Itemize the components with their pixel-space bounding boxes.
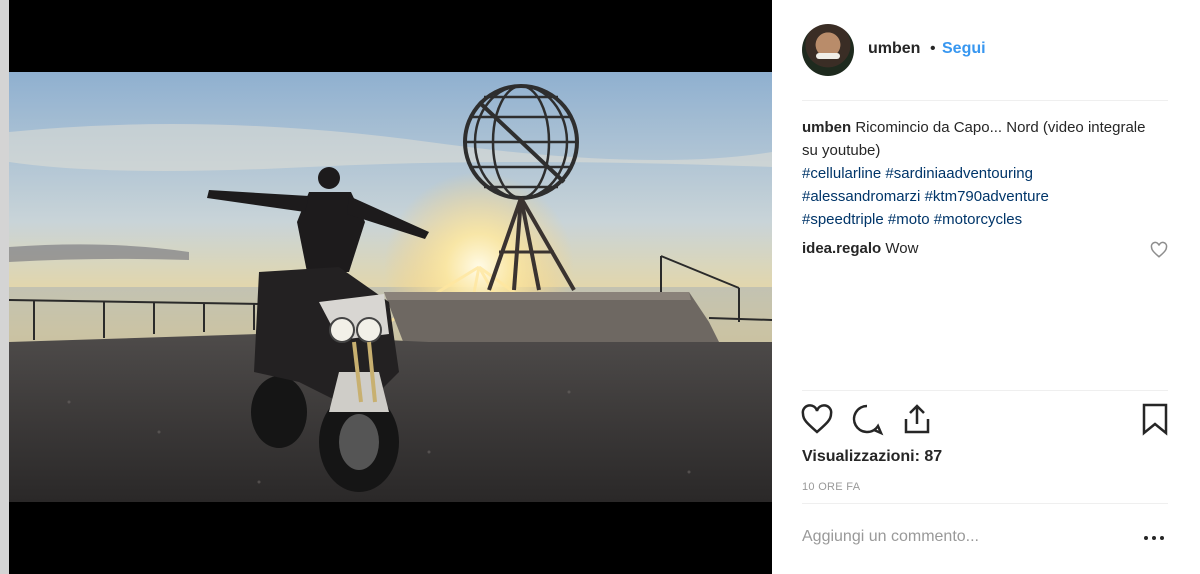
more-icon[interactable]: [1142, 530, 1166, 546]
caption: umben Ricomincio da Capo... Nord (video …: [802, 116, 1152, 231]
follow-button[interactable]: Segui: [942, 40, 986, 58]
hashtag-link[interactable]: #cellularline: [802, 165, 881, 182]
actions-divider: [802, 390, 1168, 391]
hashtag-link[interactable]: #motorcycles: [934, 211, 1022, 228]
window-edge: [0, 0, 9, 574]
heart-icon[interactable]: [800, 402, 834, 436]
caption-text: Ricomincio da Capo... Nord (video integr…: [802, 119, 1146, 159]
post-timestamp[interactable]: 10 ORE FA: [802, 481, 860, 493]
hashtag-link[interactable]: #moto: [888, 211, 930, 228]
comments-section: umben Ricomincio da Capo... Nord (video …: [802, 116, 1152, 260]
post-media[interactable]: [9, 0, 772, 574]
view-count[interactable]: Visualizzazioni: 87: [802, 448, 942, 466]
comment-icon[interactable]: [850, 402, 884, 436]
composer-divider: [802, 503, 1168, 504]
bookmark-icon[interactable]: [1138, 402, 1172, 436]
hashtag-link[interactable]: #ktm790adventure: [925, 188, 1049, 205]
post-username[interactable]: umben: [868, 40, 920, 58]
post-header: umben • Segui: [772, 0, 1200, 100]
comment-like-icon[interactable]: [1150, 241, 1168, 259]
post-details-panel: umben • Segui umben Ricomincio da Capo..…: [772, 0, 1200, 574]
video-frame[interactable]: [9, 72, 772, 502]
share-icon[interactable]: [900, 402, 934, 436]
action-bar: [772, 395, 1200, 445]
comment-author[interactable]: idea.regalo: [802, 240, 881, 257]
header-divider: [802, 100, 1168, 101]
hashtag-link[interactable]: #speedtriple: [802, 211, 884, 228]
comment-item: idea.regalo Wow: [802, 237, 1152, 260]
comment-text: Wow: [885, 240, 919, 257]
comment-input[interactable]: Aggiungi un commento...: [802, 528, 979, 546]
caption-author[interactable]: umben: [802, 119, 851, 136]
hashtag-link[interactable]: #alessandromarzi: [802, 188, 920, 205]
avatar[interactable]: [802, 24, 854, 76]
separator-dot: •: [930, 40, 936, 57]
sunset-scene-image: [9, 72, 772, 502]
hashtag-link[interactable]: #sardiniaadventouring: [885, 165, 1033, 182]
